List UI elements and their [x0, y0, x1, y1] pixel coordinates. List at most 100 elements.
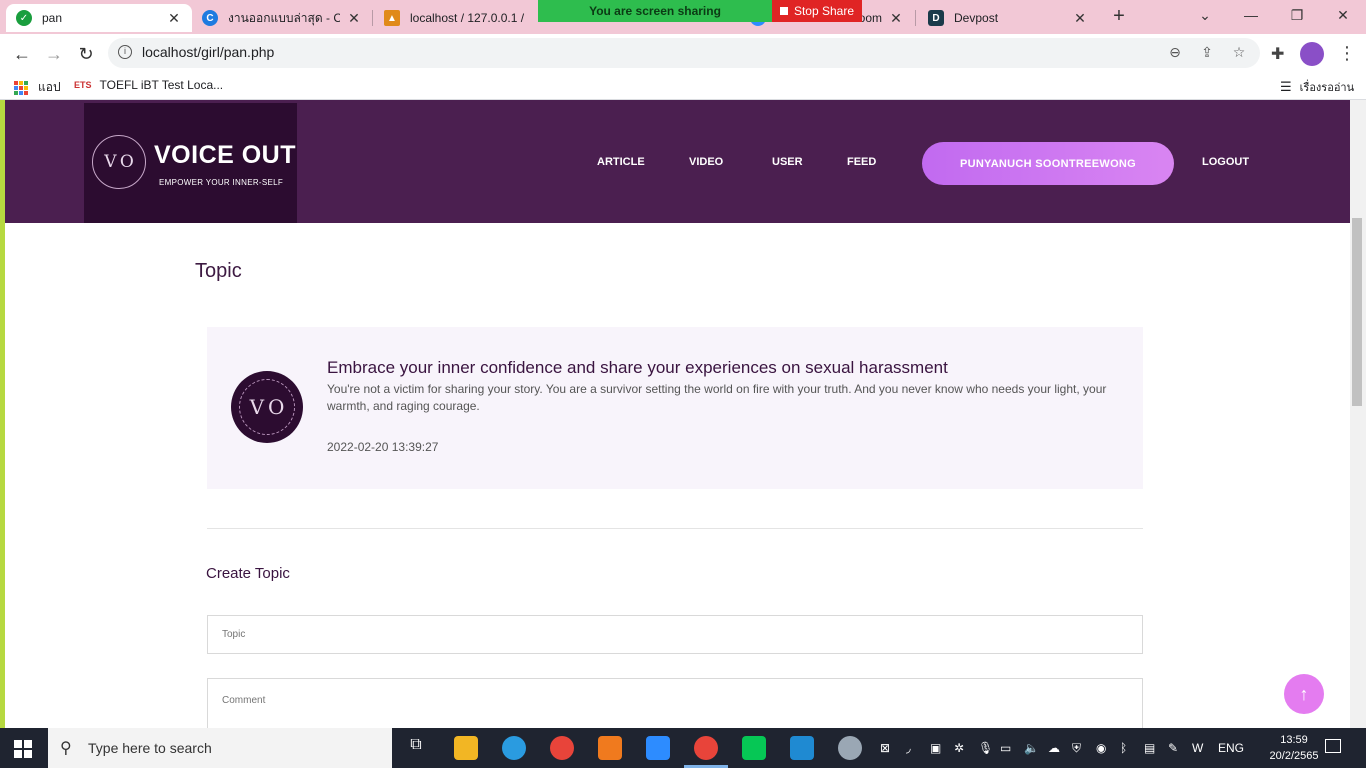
- logo-badge-text: V O: [104, 152, 134, 172]
- vscode-icon[interactable]: [790, 736, 814, 760]
- nav-user[interactable]: USER: [772, 156, 803, 168]
- reading-list-label: เรื่องรออ่าน: [1299, 82, 1355, 94]
- topic-title[interactable]: Embrace your inner confidence and share …: [327, 358, 948, 378]
- taskbar-search[interactable]: ⚲ Type here to search: [48, 728, 392, 768]
- task-view-icon[interactable]: ⧉: [404, 736, 428, 760]
- url-text[interactable]: localhost/girl/pan.php: [142, 44, 274, 60]
- extensions-icon[interactable]: ✚: [1271, 44, 1284, 64]
- profile-avatar[interactable]: [1300, 42, 1324, 66]
- canva-icon: C: [202, 10, 218, 26]
- tab-title: localhost / 127.0.0.1 /: [410, 11, 525, 25]
- tab-title: Devpost: [954, 11, 999, 25]
- nav-article[interactable]: ARTICLE: [597, 156, 645, 168]
- section-divider: [207, 528, 1143, 529]
- windows-start-button[interactable]: [14, 740, 32, 758]
- arrow-up-icon: ↑: [1299, 684, 1309, 704]
- back-button[interactable]: ←: [10, 42, 34, 66]
- user-name: PUNYANUCH SOONTREEWONG: [959, 157, 1137, 170]
- close-icon[interactable]: ✕: [1072, 10, 1088, 27]
- zoom-app-icon[interactable]: [646, 736, 670, 760]
- xampp-tray-icon[interactable]: ⊠: [880, 741, 890, 755]
- close-icon[interactable]: ✕: [346, 10, 362, 27]
- topic-avatar: V O: [231, 371, 303, 443]
- restore-button[interactable]: ❐: [1274, 4, 1320, 26]
- nav-feed[interactable]: FEED: [847, 156, 876, 168]
- tab-search-button[interactable]: ⌄: [1182, 4, 1228, 26]
- site-logo[interactable]: V O VOICE OUT EMPOWER YOUR INNER-SELF: [84, 103, 297, 223]
- screen-share-banner-text: You are screen sharing: [589, 4, 721, 18]
- app-tray-icon[interactable]: ✲: [954, 741, 964, 755]
- security-icon[interactable]: ⛨: [1072, 741, 1081, 756]
- volume-icon[interactable]: 🔈: [1024, 741, 1039, 755]
- nav-video[interactable]: VIDEO: [689, 156, 723, 168]
- tab-title: งานออกแบบล่าสุด - Canva: [228, 10, 340, 25]
- zoom-tray-icon[interactable]: ▣: [930, 741, 941, 755]
- nav-logout[interactable]: LOGOUT: [1202, 156, 1249, 168]
- phpmyadmin-icon: ▲: [384, 10, 400, 26]
- chrome-icon[interactable]: [550, 736, 574, 760]
- network-icon[interactable]: ◞: [906, 741, 911, 755]
- tab-pan[interactable]: ✓ pan ✕: [6, 4, 192, 32]
- browser-toolbar: ← → ↻ i localhost/girl/pan.php ⊖ ⇪ ☆ ✚ ⋮: [0, 34, 1366, 72]
- chrome-active-icon[interactable]: [694, 736, 718, 760]
- line-tray-icon[interactable]: ◉: [1096, 741, 1106, 755]
- xampp-icon[interactable]: [598, 736, 622, 760]
- battery-icon[interactable]: ▭: [1000, 741, 1011, 755]
- create-topic-heading: Create Topic: [206, 565, 290, 582]
- tab-separator: [915, 10, 916, 26]
- apps-label: แอป: [38, 80, 61, 94]
- minimize-button[interactable]: —: [1228, 4, 1274, 26]
- tab-canva[interactable]: C งานออกแบบล่าสุด - Canva ✕: [192, 4, 372, 32]
- close-window-button[interactable]: ✕: [1320, 4, 1366, 26]
- close-icon[interactable]: ✕: [888, 10, 904, 27]
- language-indicator[interactable]: ENG: [1218, 741, 1244, 755]
- ets-icon: ETS: [74, 80, 92, 90]
- share-icon[interactable]: ⇪: [1198, 44, 1216, 62]
- taskbar-clock[interactable]: 13:59 20/2/2565: [1268, 732, 1320, 764]
- logo-badge: V O: [92, 135, 146, 189]
- reading-list[interactable]: ☰ เรื่องรออ่าน: [1280, 78, 1354, 96]
- devpost-icon: D: [928, 10, 944, 26]
- onedrive-icon[interactable]: ☁: [1048, 741, 1060, 755]
- bookmark-star-icon[interactable]: ☆: [1230, 44, 1248, 62]
- new-tab-button[interactable]: +: [1108, 6, 1130, 28]
- toefl-label: TOEFL iBT Test Loca...: [99, 78, 224, 92]
- page-scrollbar[interactable]: [1350, 100, 1366, 728]
- scroll-to-top-button[interactable]: ↑: [1284, 674, 1324, 714]
- tab-separator: [372, 10, 373, 26]
- bookmarks-bar: แอป ETS TOEFL iBT Test Loca... ☰ เรื่องร…: [0, 72, 1366, 100]
- topic-input[interactable]: [207, 615, 1143, 654]
- line-icon[interactable]: [742, 736, 766, 760]
- reload-button[interactable]: ↻: [74, 42, 98, 66]
- close-icon[interactable]: ✕: [166, 10, 182, 27]
- user-profile-button[interactable]: PUNYANUCH SOONTREEWONG: [922, 142, 1174, 185]
- paint-icon[interactable]: [838, 736, 862, 760]
- toefl-bookmark[interactable]: ETS TOEFL iBT Test Loca...: [74, 78, 223, 92]
- bluetooth-icon[interactable]: ᛒ: [1120, 741, 1127, 755]
- display-icon[interactable]: ▤: [1144, 741, 1155, 755]
- apps-bookmark[interactable]: แอป: [14, 78, 61, 97]
- address-bar[interactable]: i localhost/girl/pan.php ⊖ ⇪ ☆: [108, 38, 1260, 68]
- topic-card: V O Embrace your inner confidence and sh…: [207, 327, 1143, 489]
- app-tray-icon-2[interactable]: ✎: [1168, 741, 1178, 755]
- windows-taskbar: ⚲ Type here to search ⧉ ⊠ ◞ ▣ ✲ 🎙 ▭ 🔈 ☁ …: [0, 728, 1366, 768]
- file-explorer-icon[interactable]: [454, 736, 478, 760]
- info-icon[interactable]: i: [118, 45, 132, 59]
- comment-input[interactable]: [207, 678, 1143, 728]
- stop-share-label: Stop Share: [793, 4, 855, 18]
- screen-sharing-banner: You are screen sharing: [538, 0, 772, 22]
- zoom-out-icon[interactable]: ⊖: [1166, 44, 1184, 62]
- notification-icon[interactable]: [1325, 739, 1341, 753]
- word-tray-icon[interactable]: W: [1192, 741, 1203, 755]
- scrollbar-thumb[interactable]: [1352, 218, 1362, 406]
- tab-phpmyadmin[interactable]: ▲ localhost / 127.0.0.1 /: [374, 4, 544, 32]
- reading-list-icon: ☰: [1280, 79, 1292, 94]
- microphone-icon[interactable]: 🎙: [978, 741, 993, 755]
- edge-icon[interactable]: [502, 736, 526, 760]
- site-header: V O VOICE OUT EMPOWER YOUR INNER-SELF AR…: [5, 100, 1350, 223]
- forward-button[interactable]: →: [42, 42, 66, 66]
- stop-share-button[interactable]: Stop Share: [772, 0, 862, 22]
- more-menu-icon[interactable]: ⋮: [1338, 42, 1356, 64]
- tab-devpost[interactable]: D Devpost ✕: [918, 4, 1098, 32]
- search-icon: ⚲: [60, 740, 72, 757]
